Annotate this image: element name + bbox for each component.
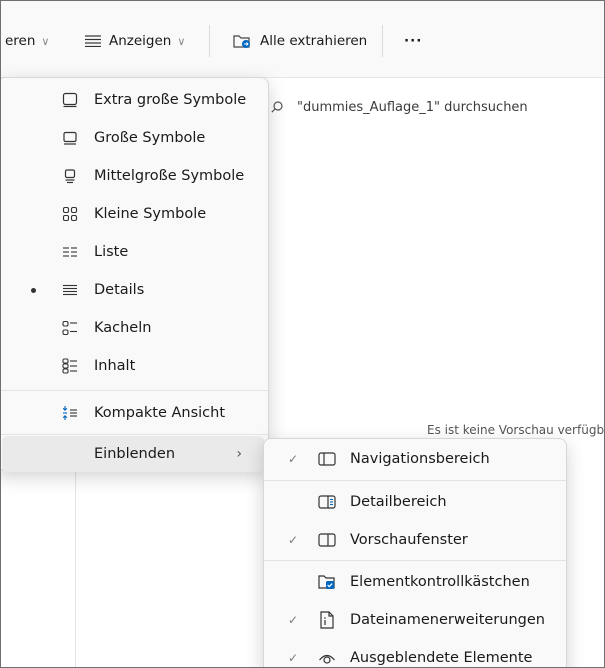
menu-item-content[interactable]: Inhalt [2, 347, 264, 385]
menu-item-label: Einblenden [94, 446, 176, 462]
menu-item-details-pane[interactable]: Detailbereich [268, 483, 562, 521]
menu-item-navigation-pane[interactable]: ✓ Navigationsbereich [268, 440, 562, 478]
menu-item-label: Elementkontrollkästchen [350, 574, 530, 590]
menu-item-tiles[interactable]: Kacheln [2, 309, 264, 347]
menu-item-small-icons[interactable]: Kleine Symbole [2, 195, 264, 233]
file-extensions-icon [320, 611, 334, 629]
hidden-items-icon [319, 654, 335, 664]
menu-item-label: Kleine Symbole [94, 206, 207, 222]
navigation-pane-icon [318, 452, 336, 466]
menu-item-extra-large-icons[interactable]: Extra große Symbole [2, 81, 264, 119]
cut-dropdown-button[interactable]: eren ∨ [5, 29, 49, 53]
checkmark-icon: ✓ [288, 533, 299, 547]
menu-item-item-checkboxes[interactable]: Elementkontrollkästchen [268, 563, 562, 601]
toolbar-divider [382, 25, 383, 57]
extract-all-label: Alle extrahieren [260, 33, 368, 49]
large-icons-icon [63, 131, 77, 145]
menu-item-compact-view[interactable]: Kompakte Ansicht [2, 394, 264, 432]
menu-item-label: Detailbereich [350, 494, 447, 510]
view-menu: Extra große Symbole Große Symbole Mittel… [1, 77, 269, 472]
menu-item-medium-icons[interactable]: Mittelgroße Symbole [2, 157, 264, 195]
menu-item-label: Kompakte Ansicht [94, 405, 226, 421]
item-checkboxes-icon [318, 575, 335, 589]
search-box[interactable]: "dummies_Auflage_1" durchsuchen [263, 93, 604, 121]
explorer-window: eren ∨ Anzeigen ∨ Alle extrahieren ··· "… [0, 0, 605, 668]
menu-item-hidden-items[interactable]: ✓ Ausgeblendete Elemente [268, 639, 562, 667]
command-bar: eren ∨ Anzeigen ∨ Alle extrahieren ··· [1, 1, 604, 78]
extract-folder-icon [233, 35, 250, 48]
checkmark-icon: ✓ [288, 651, 299, 665]
compact-view-icon [62, 406, 77, 420]
cut-label: eren [5, 33, 36, 49]
view-label: Anzeigen [109, 33, 172, 49]
more-options-button[interactable]: ··· [404, 29, 422, 53]
checkmark-icon: ✓ [288, 613, 299, 627]
menu-item-label: Navigationsbereich [350, 451, 490, 467]
extra-large-icons-icon [62, 92, 78, 108]
more-options-icon: ··· [404, 33, 423, 49]
chevron-down-icon: ∨ [41, 34, 50, 48]
menu-divider [264, 560, 566, 561]
chevron-right-icon: › [236, 446, 242, 462]
list-icon [63, 247, 77, 257]
menu-item-label: Inhalt [94, 358, 136, 374]
menu-item-label: Details [94, 282, 145, 298]
menu-item-file-extensions[interactable]: ✓ Dateinamenerweiterungen [268, 601, 562, 639]
menu-item-show[interactable]: Einblenden › [2, 436, 264, 472]
details-pane-icon [318, 495, 336, 509]
preview-message: Es ist keine Vorschau verfügb [427, 423, 605, 437]
view-dropdown-button[interactable]: Anzeigen ∨ [85, 29, 185, 53]
search-icon [271, 101, 283, 113]
medium-icons-icon [64, 169, 76, 184]
content-icon [62, 358, 77, 374]
menu-item-label: Große Symbole [94, 130, 206, 146]
menu-item-label: Liste [94, 244, 129, 260]
details-icon [63, 284, 77, 296]
menu-item-large-icons[interactable]: Große Symbole [2, 119, 264, 157]
menu-divider [264, 480, 566, 481]
menu-item-label: Dateinamenerweiterungen [350, 612, 545, 628]
small-icons-icon [62, 206, 78, 222]
menu-item-preview-pane[interactable]: ✓ Vorschaufenster [268, 521, 562, 559]
view-lines-icon [85, 35, 101, 47]
selected-bullet-icon [31, 287, 36, 293]
menu-item-label: Vorschaufenster [350, 532, 468, 548]
menu-divider [1, 390, 268, 391]
tiles-icon [62, 320, 77, 336]
menu-item-label: Kacheln [94, 320, 152, 336]
extract-all-button[interactable]: Alle extrahieren [233, 29, 367, 53]
menu-item-label: Mittelgroße Symbole [94, 168, 245, 184]
search-placeholder: "dummies_Auflage_1" durchsuchen [297, 99, 528, 115]
menu-item-details[interactable]: Details [2, 271, 264, 309]
menu-divider [1, 434, 268, 435]
toolbar-divider [209, 25, 210, 57]
menu-item-label: Ausgeblendete Elemente [350, 650, 533, 666]
menu-item-list[interactable]: Liste [2, 233, 264, 271]
menu-item-label: Extra große Symbole [94, 92, 247, 108]
chevron-down-icon: ∨ [177, 34, 186, 48]
preview-pane-icon [318, 533, 336, 547]
checkmark-icon: ✓ [288, 452, 299, 466]
show-submenu: ✓ Navigationsbereich Detailbereich ✓ Vor… [263, 438, 567, 667]
